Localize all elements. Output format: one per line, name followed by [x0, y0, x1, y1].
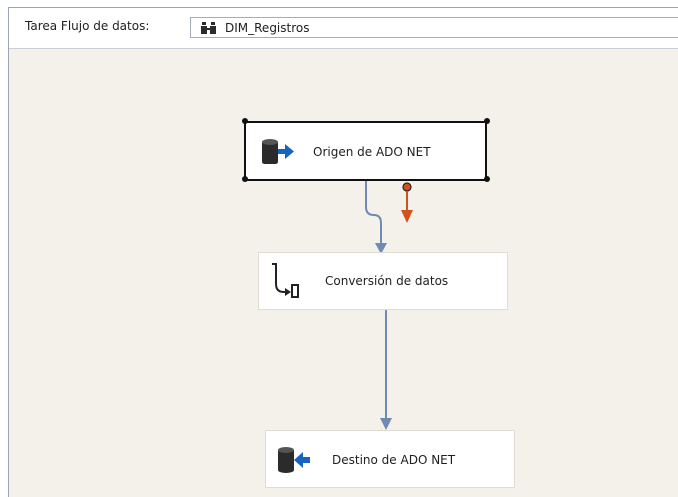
resize-handle[interactable]	[484, 118, 490, 124]
ado-net-source-icon	[261, 138, 295, 167]
designer-toolbar: Tarea Flujo de datos: DIM_Registros	[9, 8, 678, 49]
data-path-source-conversion[interactable]	[365, 178, 382, 245]
data-flow-task-icon	[200, 21, 218, 38]
ado-net-source-component[interactable]: Origen de ADO NET	[244, 121, 487, 181]
ado-net-destination-icon	[277, 445, 311, 476]
resize-handle[interactable]	[242, 176, 248, 182]
ado-net-destination-component[interactable]: Destino de ADO NET	[265, 430, 515, 488]
resize-handle[interactable]	[484, 176, 490, 182]
error-output-arrowhead-icon	[401, 210, 413, 223]
data-flow-task-dropdown[interactable]: DIM_Registros	[190, 17, 678, 38]
error-output-connector-icon[interactable]	[402, 182, 412, 192]
node-label: Conversión de datos	[325, 274, 449, 288]
data-flow-canvas[interactable]: Origen de ADO NET Conversión de datos De…	[9, 49, 678, 497]
resize-handle[interactable]	[242, 118, 248, 124]
selected-task-name: DIM_Registros	[225, 21, 310, 35]
data-flow-task-label: Tarea Flujo de datos:	[25, 19, 150, 33]
data-conversion-component[interactable]: Conversión de datos	[258, 252, 508, 310]
data-path-arrowhead-icon	[380, 418, 392, 430]
node-label: Origen de ADO NET	[313, 145, 431, 159]
data-conversion-icon	[269, 262, 299, 301]
node-label: Destino de ADO NET	[332, 453, 456, 467]
